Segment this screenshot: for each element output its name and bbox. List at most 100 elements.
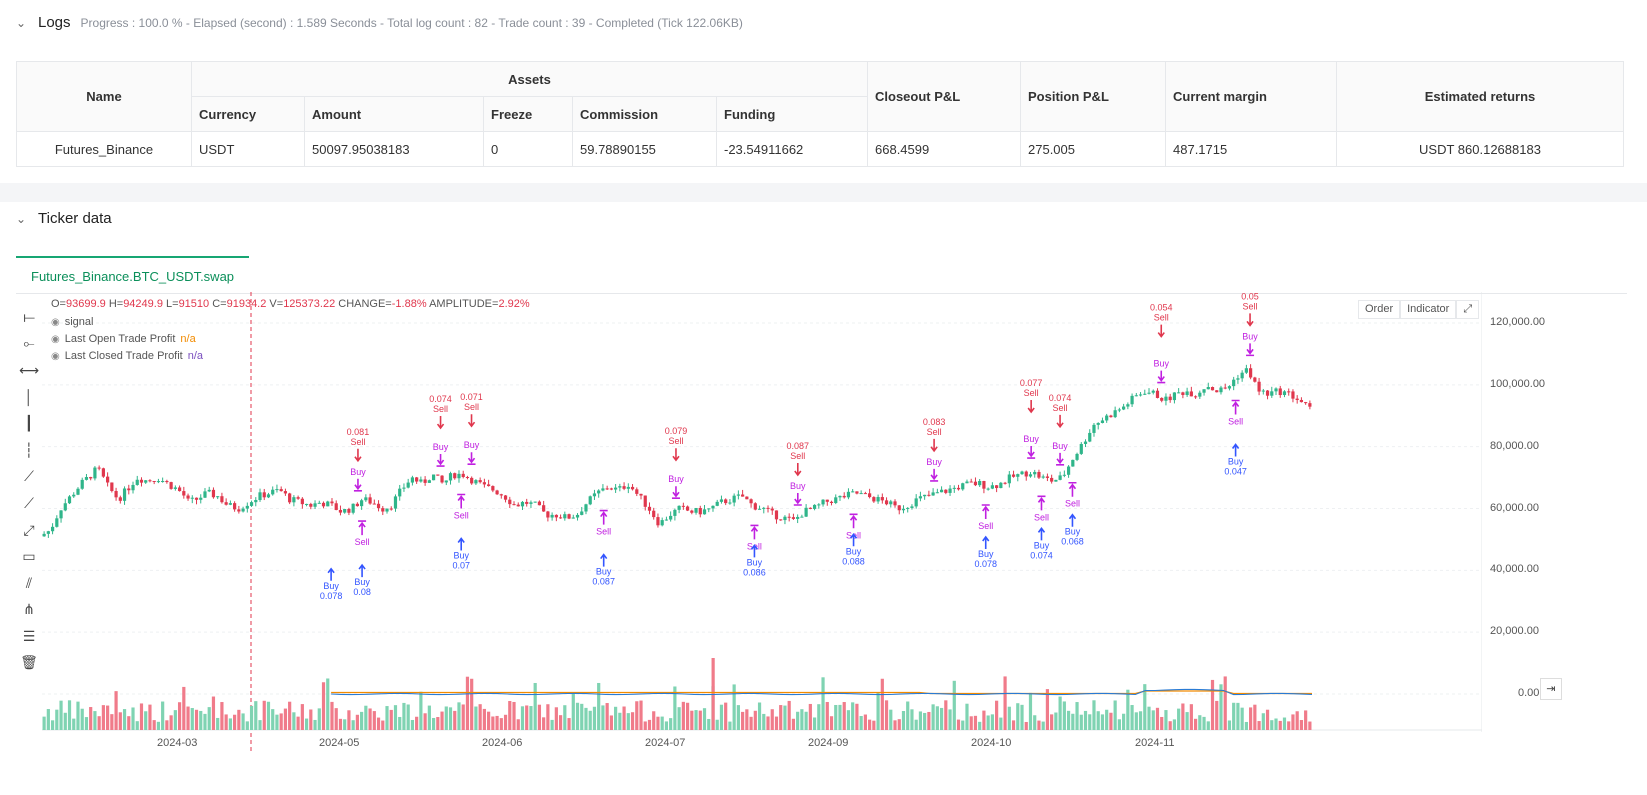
order-button[interactable]: Order <box>1358 300 1401 319</box>
volume-bar <box>525 705 529 730</box>
logs-panel: ⌄ Logs Progress : 100.0 % - Elapsed (sec… <box>0 0 1647 183</box>
trash-icon[interactable]: 🗑 <box>16 650 42 676</box>
candle-body <box>516 504 520 507</box>
vertical-segment-icon[interactable]: ┆ <box>16 437 42 464</box>
buy-arrow <box>457 537 465 551</box>
candle-body <box>50 526 55 532</box>
candle-body <box>114 491 118 498</box>
volume-bar <box>956 719 961 730</box>
trend-extended-icon[interactable]: ⤢ <box>16 517 42 544</box>
eye-icon[interactable]: ◉ <box>51 317 60 328</box>
eye-icon[interactable]: ◉ <box>51 351 60 362</box>
ticker-header[interactable]: ⌄ Ticker data <box>16 210 112 227</box>
volume-bar <box>1138 711 1143 730</box>
cell-commission: 59.78890155 <box>572 131 717 167</box>
candle-body <box>389 508 393 510</box>
sell-size-label: 0.054 <box>1150 303 1173 313</box>
candle-body <box>965 481 969 484</box>
volume-bar <box>321 682 326 730</box>
indicator-button[interactable]: Indicator <box>1400 300 1457 319</box>
candle-body <box>1096 422 1100 425</box>
volume-bar <box>1198 715 1202 730</box>
candle-body <box>110 482 114 492</box>
scroll-to-end-icon[interactable]: ⇥ <box>1540 678 1562 700</box>
pitchfork-icon[interactable]: ⋔ <box>16 597 42 624</box>
candle-body <box>558 517 563 519</box>
volume-bar <box>402 702 406 730</box>
col-freeze: Freeze <box>483 96 573 132</box>
price-tick-label: 40,000.00 <box>1490 563 1539 576</box>
vertical-line-icon[interactable]: │ <box>16 384 42 411</box>
legend-signal[interactable]: ◉ signal <box>51 316 93 328</box>
chevron-down-icon[interactable]: ⌄ <box>16 16 28 30</box>
price-label-icon[interactable]: ▭ <box>16 543 42 570</box>
volume-bar <box>1265 709 1270 730</box>
price-chart[interactable]: Buy0.0780.081SellBuySellBuy0.080.074Sell… <box>42 292 1482 752</box>
fullscreen-icon[interactable]: ⤢ <box>1456 300 1480 319</box>
volume-bar <box>1177 708 1181 730</box>
legend-signal-label: signal <box>64 316 94 328</box>
candle-body <box>525 501 529 504</box>
tab-btc-usdt-swap[interactable]: Futures_Binance.BTC_USDT.swap <box>16 256 250 293</box>
close-buy-label: Buy <box>464 440 480 450</box>
volume-bar <box>605 703 609 730</box>
trend-ray-icon[interactable]: ⟋ <box>16 490 42 517</box>
volume-bar <box>702 708 707 730</box>
extended-line-icon[interactable]: ⟷ <box>16 357 42 384</box>
col-currency: Currency <box>191 96 305 132</box>
candle-body <box>1244 368 1248 373</box>
volume-bar <box>698 710 702 730</box>
fib-retracement-icon[interactable]: ☰ <box>16 623 42 650</box>
legend-last-open[interactable]: ◉ Last Open Trade Profit n/a <box>51 333 196 345</box>
parallel-channel-icon[interactable]: ⫽ <box>16 570 42 597</box>
volume-bar <box>1257 721 1261 730</box>
legend-last-closed[interactable]: ◉ Last Closed Trade Profit n/a <box>51 350 203 362</box>
cell-closeout: 668.4599 <box>867 131 1021 167</box>
candle-body <box>681 505 685 507</box>
vertical-ray-icon[interactable]: ┃ <box>16 410 42 437</box>
candle-body <box>1278 388 1282 396</box>
candle-body <box>939 489 944 493</box>
sell-size-label: 0.071 <box>460 392 483 402</box>
candle-body <box>423 479 427 483</box>
candle-body <box>584 504 588 512</box>
ray-icon[interactable]: ⟜ <box>16 331 42 358</box>
candle-body <box>1079 443 1083 454</box>
volume-bar <box>42 716 46 730</box>
candle-body <box>101 468 105 477</box>
candle-body <box>436 474 440 476</box>
volume-bar <box>609 715 613 730</box>
candle-body <box>59 510 63 519</box>
candle-body <box>448 473 453 481</box>
close-buy-label: Buy <box>1052 441 1068 451</box>
volume-bar <box>533 682 537 730</box>
trend-line-icon[interactable]: ⟋ <box>16 464 42 491</box>
candle-body <box>495 490 499 495</box>
logs-header[interactable]: ⌄ Logs Progress : 100.0 % - Elapsed (sec… <box>16 14 743 31</box>
horizontal-line-icon[interactable]: ⟝ <box>16 304 42 331</box>
candle-body <box>897 505 901 511</box>
ticker-title: Ticker data <box>38 210 112 227</box>
volume-bar <box>800 709 804 730</box>
buy-label: Buy <box>846 546 862 556</box>
candle-body <box>406 482 410 488</box>
volume-bar <box>846 710 851 730</box>
candle-body <box>1215 390 1219 393</box>
candle-body <box>1058 475 1062 480</box>
close-buy-label: Buy <box>1153 359 1169 369</box>
candle-body <box>474 480 478 484</box>
chevron-down-icon[interactable]: ⌄ <box>16 212 28 226</box>
eye-icon[interactable]: ◉ <box>51 334 60 345</box>
volume-bar <box>508 701 512 730</box>
close-buy-label: Buy <box>668 474 684 484</box>
volume-bar <box>1028 692 1033 730</box>
buy-size-label: 0.068 <box>1061 537 1084 547</box>
volume-bar <box>228 718 232 730</box>
candle-body <box>838 495 842 498</box>
volume-bar <box>296 716 300 730</box>
candle-body <box>948 488 952 493</box>
candle-body <box>1138 394 1143 396</box>
candle-body <box>652 510 656 518</box>
candle-body <box>156 481 161 483</box>
volume-bar <box>918 711 923 730</box>
